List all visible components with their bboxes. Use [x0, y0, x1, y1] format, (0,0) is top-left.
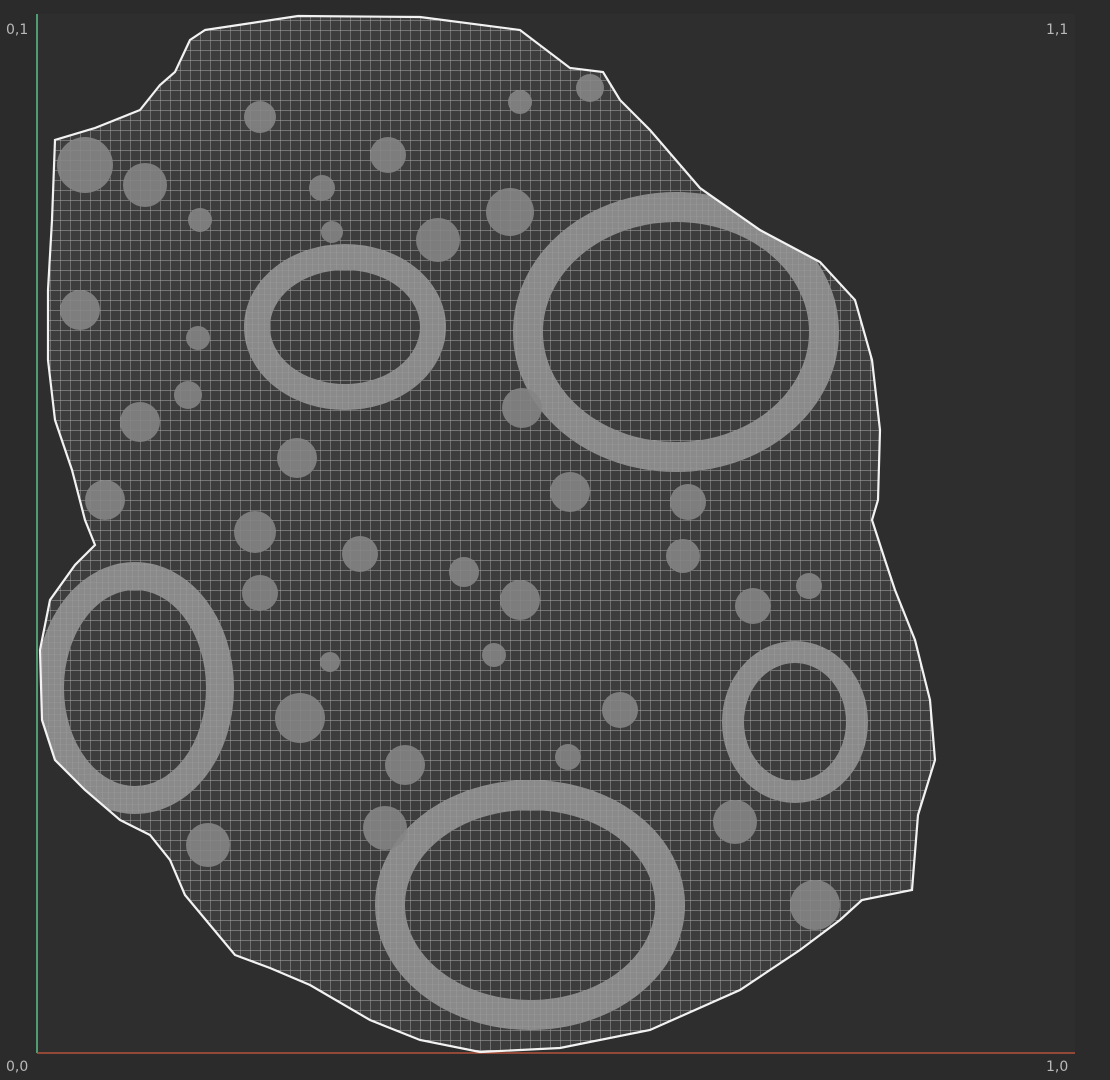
uv-wireframe: [40, 16, 935, 1052]
uv-editor-viewport[interactable]: 0,1 1,1 0,0 1,0: [0, 0, 1110, 1080]
uv-coordinate-label-top-right: 1,1: [1046, 22, 1069, 38]
uv-coordinate-label-bottom-left: 0,0: [6, 1059, 29, 1075]
uv-coordinate-label-bottom-right: 1,0: [1046, 1059, 1069, 1075]
uv-island[interactable]: [0, 0, 1110, 1080]
uv-mesh-canvas[interactable]: [0, 0, 1110, 1080]
uv-coordinate-label-top-left: 0,1: [6, 22, 29, 38]
